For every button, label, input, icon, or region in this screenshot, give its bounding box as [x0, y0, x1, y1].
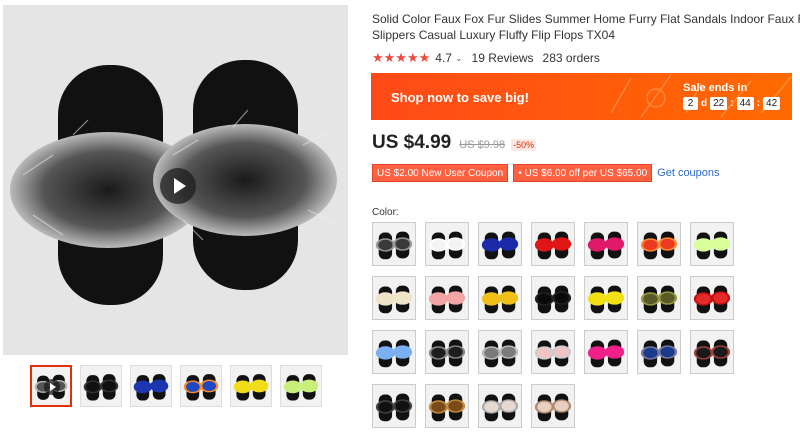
product-title-line1: Solid Color Faux Fox Fur Slides Summer H…: [372, 12, 800, 26]
color-swatch-3[interactable]: [478, 222, 522, 266]
thumbnail-strip: [30, 365, 322, 407]
color-swatch-8[interactable]: [372, 276, 416, 320]
color-swatch-6[interactable]: [637, 222, 681, 266]
thumbnail-2[interactable]: [80, 365, 122, 407]
product-title-line2: Slippers Casual Luxury Fluffy Flip Flops…: [372, 28, 615, 42]
color-swatch-25[interactable]: [531, 384, 575, 428]
color-swatch-9[interactable]: [425, 276, 469, 320]
play-video-button[interactable]: [160, 168, 196, 204]
video-play-icon: [44, 379, 60, 395]
color-swatch-24[interactable]: [478, 384, 522, 428]
coupons-row: US $2.00 New User Coupon • US $6.00 off …: [372, 164, 720, 182]
color-swatch-5[interactable]: [584, 222, 628, 266]
promo-banner[interactable]: Shop now to save big! Sale ends in 2 d 2…: [371, 73, 792, 120]
chevron-down-icon[interactable]: ⌄: [455, 53, 463, 64]
color-swatch-16[interactable]: [425, 330, 469, 374]
color-swatch-18[interactable]: [531, 330, 575, 374]
color-swatch-19[interactable]: [584, 330, 628, 374]
countdown-minutes: 44: [736, 97, 754, 110]
countdown-seconds: 42: [763, 97, 781, 110]
thumbnail-1[interactable]: [30, 365, 72, 407]
color-swatch-21[interactable]: [690, 330, 734, 374]
original-price: US $9.98: [459, 139, 506, 151]
new-user-coupon[interactable]: US $2.00 New User Coupon: [372, 164, 509, 182]
sale-ends-label: Sale ends in: [683, 82, 748, 94]
color-swatch-11[interactable]: [531, 276, 575, 320]
color-swatch-20[interactable]: [637, 330, 681, 374]
countdown-colon-icon: :: [730, 98, 734, 109]
orders-count: 283 orders: [542, 51, 600, 65]
thumbnail-4[interactable]: [180, 365, 222, 407]
banner-cta-text: Shop now to save big!: [391, 90, 529, 105]
rating-value[interactable]: 4.7: [435, 51, 452, 65]
color-swatch-17[interactable]: [478, 330, 522, 374]
current-price: US $4.99: [372, 132, 452, 153]
color-swatch-12[interactable]: [584, 276, 628, 320]
price-row: US $4.99 US $9.98 -50%: [372, 132, 537, 154]
color-swatch-2[interactable]: [425, 222, 469, 266]
countdown-timer: 2 d 22 : 44 : 42: [683, 97, 781, 110]
get-coupons-link[interactable]: Get coupons: [657, 167, 719, 179]
countdown-colon-icon: :: [756, 98, 761, 109]
thumbnail-3[interactable]: [130, 365, 172, 407]
color-swatch-13[interactable]: [637, 276, 681, 320]
product-page: Solid Color Faux Fox Fur Slides Summer H…: [0, 0, 800, 438]
color-swatch-14[interactable]: [690, 276, 734, 320]
countdown-hours: 22: [710, 97, 728, 110]
color-swatch-22[interactable]: [372, 384, 416, 428]
color-label: Color:: [372, 207, 399, 218]
color-swatch-15[interactable]: [372, 330, 416, 374]
discount-badge: -50%: [511, 139, 537, 151]
rating-row: ★★★★★ 4.7 ⌄ 19 Reviews 283 orders: [372, 50, 600, 66]
main-product-image[interactable]: [3, 5, 348, 355]
thumbnail-5[interactable]: [230, 365, 272, 407]
color-swatch-10[interactable]: [478, 276, 522, 320]
color-swatch-7[interactable]: [690, 222, 734, 266]
countdown-days-unit: d: [701, 98, 708, 109]
thumbnail-6[interactable]: [280, 365, 322, 407]
color-swatch-4[interactable]: [531, 222, 575, 266]
product-title: Solid Color Faux Fox Fur Slides Summer H…: [372, 11, 800, 43]
countdown-days: 2: [683, 97, 698, 110]
reviews-link[interactable]: 19 Reviews: [472, 51, 534, 65]
color-swatch-23[interactable]: [425, 384, 469, 428]
color-swatch-1[interactable]: [372, 222, 416, 266]
store-coupon[interactable]: • US $6.00 off per US $65.00: [513, 164, 653, 182]
star-rating-icon: ★★★★★: [372, 50, 431, 65]
